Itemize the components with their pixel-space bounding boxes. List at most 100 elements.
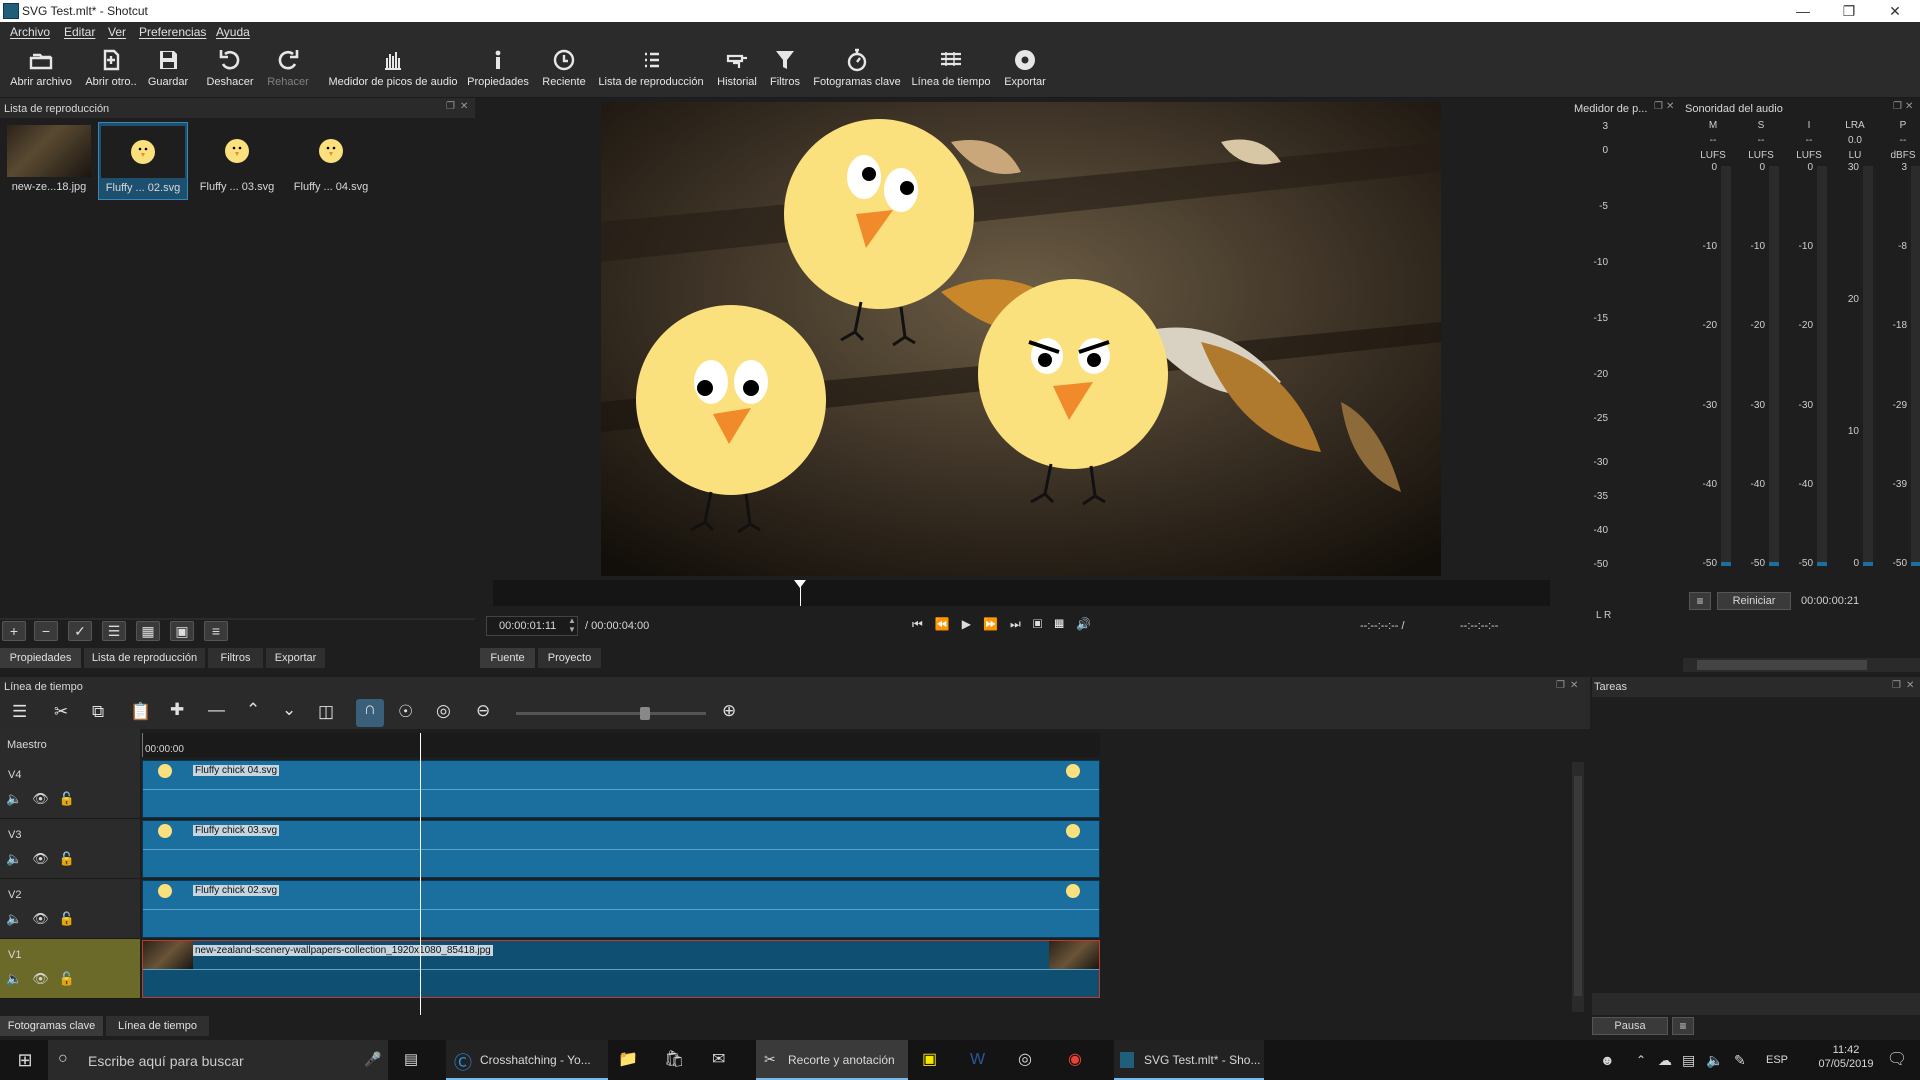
playlist-item[interactable]: Fluffy ... 03.svg [192, 122, 282, 200]
mute-icon[interactable]: 🔈 [6, 791, 32, 806]
current-time-field[interactable]: 00:00:01:11 [486, 616, 578, 636]
tab-fotogramas-clave[interactable]: Fotogramas clave [0, 1016, 104, 1036]
taskbar-app-shotcut[interactable]: SVG Test.mlt* - Sho... [1114, 1040, 1264, 1080]
timeline-clip[interactable]: Fluffy chick 04.svg [142, 760, 1100, 818]
close-button[interactable]: ✕ [1872, 0, 1918, 22]
peak-close-button[interactable]: ✕ [1666, 101, 1674, 112]
network-icon[interactable]: ▤ [1682, 1040, 1702, 1080]
timeline-playhead[interactable] [420, 733, 421, 1015]
pen-icon[interactable]: ✎ [1734, 1040, 1754, 1080]
filters-button[interactable]: Filtros [764, 46, 806, 96]
lift-button[interactable]: ⌃ [246, 700, 260, 720]
open-other-button[interactable]: Abrir otro.. [80, 46, 142, 96]
tab-linea-de-tiempo[interactable]: Línea de tiempo [106, 1016, 210, 1036]
ripple-delete-button[interactable]: — [208, 700, 225, 720]
open-file-button[interactable]: Abrir archivo [6, 46, 76, 96]
timeline-clip[interactable]: new-zealand-scenery-wallpapers-collectio… [142, 940, 1100, 998]
lock-icon[interactable]: 🔓 [59, 971, 85, 986]
snap-magnet-button[interactable]: ∩ [356, 699, 384, 727]
menu-editar[interactable]: Editar [64, 25, 95, 39]
mute-icon[interactable]: 🔈 [6, 851, 32, 866]
tab-proyecto[interactable]: Proyecto [538, 648, 602, 668]
lock-icon[interactable]: 🔓 [59, 851, 85, 866]
minimize-button[interactable]: — [1780, 0, 1826, 22]
zoom-out-icon[interactable]: ⊖ [476, 701, 490, 721]
loudness-menu-button[interactable]: ≡ [1689, 592, 1711, 610]
tasks-close-button[interactable]: ✕ [1906, 680, 1914, 691]
rewind-button[interactable]: ⏪ [935, 617, 962, 631]
video-preview[interactable] [601, 102, 1441, 576]
grid-button[interactable]: ▦ [1054, 617, 1076, 631]
loudness-close-button[interactable]: ✕ [1905, 101, 1913, 112]
skip-to-start-button[interactable]: ⏮ [912, 617, 935, 631]
lock-icon[interactable]: 🔓 [59, 791, 85, 806]
task-view-icon[interactable]: ▤ [404, 1040, 428, 1080]
scrollbar-thumb[interactable] [1697, 660, 1867, 670]
mute-icon[interactable]: 🔈 [6, 971, 32, 986]
pause-button[interactable]: Pausa [1592, 1017, 1668, 1035]
visibility-eye-icon[interactable]: 👁 [32, 971, 59, 986]
restore-button[interactable]: ❐ [1826, 0, 1872, 22]
visibility-eye-icon[interactable]: 👁 [32, 911, 59, 926]
undo-button[interactable]: Deshacer [204, 46, 256, 96]
playlist-float-button[interactable]: ❐ [446, 101, 455, 112]
taskbar-search-box[interactable]: ○ Escribe aquí para buscar 🎤 [48, 1040, 388, 1080]
mail-icon[interactable]: ✉ [712, 1040, 738, 1080]
loudness-scrollbar[interactable] [1683, 658, 1920, 672]
timeline-close-button[interactable]: ✕ [1570, 680, 1578, 691]
export-button[interactable]: Exportar [1000, 46, 1050, 96]
lock-icon[interactable]: 🔓 [59, 911, 85, 926]
track-header-v4[interactable]: V4 🔈👁🔓 [0, 759, 140, 819]
timeline-ruler[interactable]: 00:00:00 [142, 733, 1100, 757]
tab-filtros[interactable]: Filtros [208, 648, 264, 668]
zoom-slider-handle[interactable] [640, 707, 650, 720]
scrollbar-thumb[interactable] [1574, 776, 1582, 996]
sticky-notes-icon[interactable]: ▣ [922, 1040, 948, 1080]
speaker-icon[interactable]: 🔈 [1706, 1040, 1726, 1080]
track-header-v1[interactable]: V1 🔈👁🔓 [0, 939, 140, 999]
menu-ver[interactable]: Ver [108, 25, 126, 39]
timeline-clip[interactable]: Fluffy chick 02.svg [142, 880, 1100, 938]
visibility-eye-icon[interactable]: 👁 [32, 851, 59, 866]
recent-button[interactable]: Reciente [538, 46, 590, 96]
language-indicator[interactable]: ESP [1766, 1040, 1796, 1080]
notifications-icon[interactable]: 🗨 [1882, 1040, 1912, 1080]
mute-icon[interactable]: 🔈 [6, 911, 32, 926]
tab-lista-reproduccion[interactable]: Lista de reproducción [84, 648, 206, 668]
copy-button[interactable]: ⧉ [92, 702, 104, 722]
timeline-float-button[interactable]: ❐ [1556, 680, 1565, 691]
menu-ayuda[interactable]: Ayuda [216, 25, 250, 39]
timeline-menu-button[interactable]: ☰ [12, 702, 27, 722]
save-button[interactable]: Guardar [144, 46, 192, 96]
timeline-button[interactable]: Línea de tiempo [910, 46, 992, 96]
tasks-float-button[interactable]: ❐ [1892, 680, 1901, 691]
track-header-v3[interactable]: V3 🔈👁🔓 [0, 819, 140, 879]
word-icon[interactable]: W [970, 1040, 996, 1080]
onedrive-icon[interactable]: ☁ [1658, 1040, 1678, 1080]
zoom-in-icon[interactable]: ⊕ [722, 701, 736, 721]
loudness-float-button[interactable]: ❐ [1893, 101, 1902, 112]
peak-meter-button[interactable]: Medidor de picos de audio [328, 46, 458, 96]
list-view-button[interactable]: ☰ [102, 621, 126, 641]
volume-icon[interactable]: 🔊 [1076, 617, 1103, 631]
overwrite-button[interactable]: ⌄ [282, 700, 296, 720]
playlist-item[interactable]: Fluffy ... 02.svg [98, 122, 188, 200]
playlist-item[interactable]: new-ze...18.jpg [4, 122, 94, 200]
zoom-slider[interactable] [516, 707, 706, 720]
scrubber-bar[interactable] [493, 580, 1550, 606]
menu-archivo[interactable]: Archivo [10, 25, 50, 39]
timeline-clip[interactable]: Fluffy chick 03.svg [142, 820, 1100, 878]
file-explorer-icon[interactable]: 📁 [618, 1040, 644, 1080]
remove-item-button[interactable]: − [34, 621, 58, 641]
store-icon[interactable]: 🛍 [664, 1040, 690, 1080]
playlist-close-button[interactable]: ✕ [460, 101, 468, 112]
zoom-button[interactable]: ▣ [1033, 617, 1055, 631]
reset-button[interactable]: Reiniciar [1717, 592, 1791, 610]
playlist-item[interactable]: Fluffy ... 04.svg [286, 122, 376, 200]
icon-view-button[interactable]: ▦ [136, 621, 160, 641]
skip-to-end-button[interactable]: ⏭ [1010, 617, 1033, 631]
history-button[interactable]: Historial [712, 46, 762, 96]
split-button[interactable]: ◫ [318, 702, 334, 722]
playlist-menu-button[interactable]: ≡ [204, 621, 228, 641]
app-circle-icon[interactable]: ◎ [1018, 1040, 1044, 1080]
